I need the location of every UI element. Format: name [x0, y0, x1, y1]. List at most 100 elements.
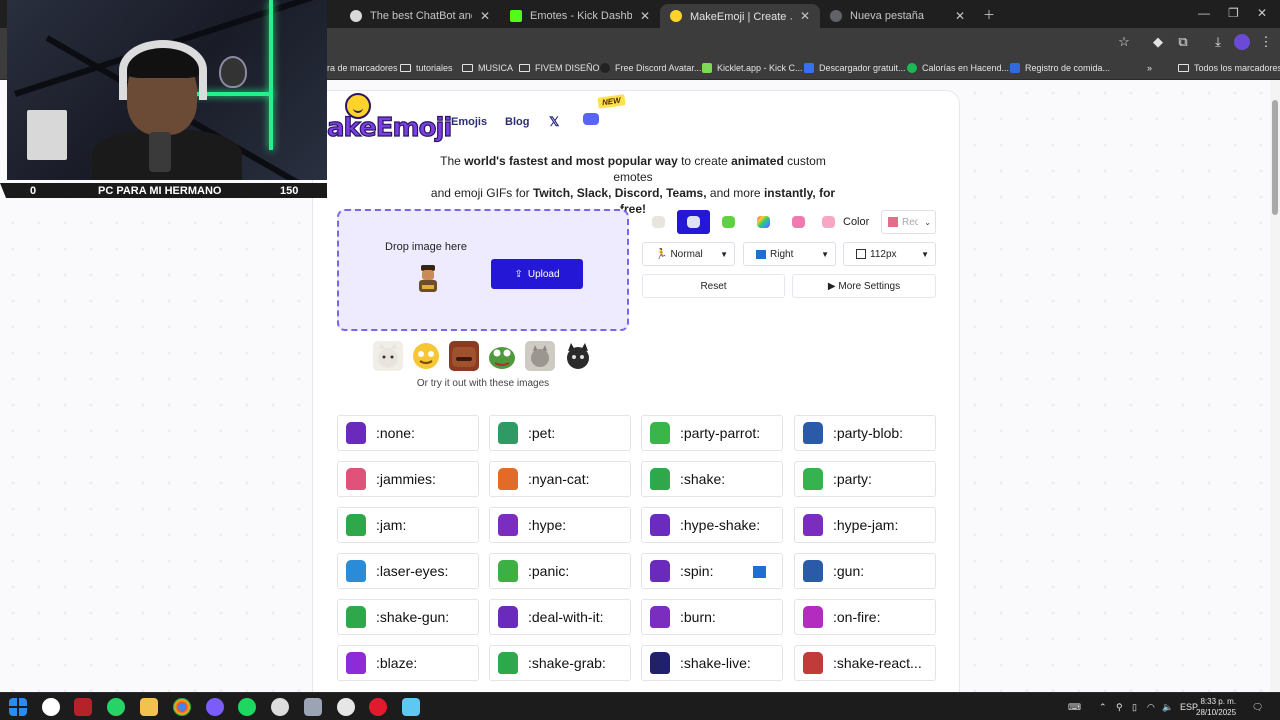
- effect-shake-gun-button[interactable]: :shake-gun:: [337, 599, 479, 635]
- effect-nyan-cat-button[interactable]: :nyan-cat:: [489, 461, 631, 497]
- style-cat-1-button[interactable]: [642, 210, 675, 234]
- new-tab-icon[interactable]: ＋: [983, 6, 995, 23]
- direction-select[interactable]: Right ▼: [743, 242, 836, 266]
- bookmark-registro-comida[interactable]: Registro de comida...: [1010, 60, 1110, 76]
- sample-face-image[interactable]: [449, 341, 479, 371]
- menu-kebab-icon[interactable]: ⋮: [1258, 34, 1274, 50]
- nav-blog[interactable]: Blog: [505, 116, 529, 128]
- discord-icon[interactable]: [583, 113, 599, 125]
- close-tab-icon[interactable]: ✕: [955, 9, 965, 23]
- bookmark-descargador[interactable]: Descargador gratuit...: [804, 60, 906, 76]
- speed-select[interactable]: 🏃 Normal ▼: [642, 242, 735, 266]
- effect-panic-button[interactable]: :panic:: [489, 553, 631, 589]
- spotify-icon[interactable]: [238, 698, 256, 716]
- x-twitter-icon[interactable]: 𝕏: [549, 114, 559, 130]
- site-logo[interactable]: akeEmoji: [326, 112, 453, 143]
- bookmark-folder-tutoriales[interactable]: tutoriales: [400, 60, 453, 76]
- sample-black-cat-image[interactable]: [563, 341, 593, 371]
- style-rainbow-cat-button[interactable]: [747, 210, 780, 234]
- restore-icon[interactable]: ❐: [1228, 6, 1239, 20]
- bookmark-item[interactable]: ra de marcadores: [327, 60, 398, 76]
- bookmark-folder-musica[interactable]: MUSICA: [462, 60, 513, 76]
- close-tab-icon[interactable]: ✕: [480, 9, 490, 23]
- keyboard-icon[interactable]: ⌨: [1068, 702, 1081, 713]
- sample-emoji-image[interactable]: [411, 341, 441, 371]
- tab-chatbot-widgets[interactable]: The best ChatBot and Widgets ✕: [340, 4, 500, 28]
- app-icon[interactable]: [74, 698, 92, 716]
- style-color-cat-button[interactable]: [817, 210, 839, 234]
- sample-cat-photo-image[interactable]: [525, 341, 555, 371]
- file-explorer-icon[interactable]: [140, 698, 158, 716]
- tab-kick-dashboard[interactable]: Emotes - Kick Dashboard ✕: [500, 4, 660, 28]
- whatsapp-icon[interactable]: [107, 698, 125, 716]
- bookmarks-overflow-icon[interactable]: »: [1147, 60, 1152, 76]
- obs-icon[interactable]: [337, 698, 355, 716]
- color-select[interactable]: Red ⌄: [881, 210, 936, 234]
- opera-icon[interactable]: [369, 698, 387, 716]
- effect-hype-shake-button[interactable]: :hype-shake:: [641, 507, 783, 543]
- effect-gun-button[interactable]: :gun:: [794, 553, 936, 589]
- bookmark-star-icon[interactable]: ☆: [1116, 34, 1132, 50]
- effect-spin-button[interactable]: :spin:: [641, 553, 783, 589]
- chrome-icon[interactable]: [173, 698, 191, 716]
- size-select[interactable]: 112px ▼: [843, 242, 936, 266]
- extension-icon[interactable]: ◆: [1150, 34, 1166, 50]
- settings-gear-icon[interactable]: [271, 698, 289, 716]
- all-bookmarks-folder[interactable]: Todos los marcadores: [1178, 60, 1280, 76]
- nav-emojis[interactable]: Emojis: [451, 116, 487, 128]
- effect-on-fire-button[interactable]: :on-fire:: [794, 599, 936, 635]
- show-hidden-icons-icon[interactable]: ⌃: [1099, 702, 1107, 713]
- sample-pepe-image[interactable]: [487, 341, 517, 371]
- effect-laser-eyes-button[interactable]: :laser-eyes:: [337, 553, 479, 589]
- effect-hype-jam-button[interactable]: :hype-jam:: [794, 507, 936, 543]
- style-pink-cat-button[interactable]: [782, 210, 815, 234]
- scrollbar-thumb[interactable]: [1272, 100, 1278, 215]
- bookmark-folder-fivem[interactable]: FIVEM DISEÑO: [519, 60, 600, 76]
- page-scrollbar[interactable]: [1270, 80, 1280, 692]
- app-icon[interactable]: [304, 698, 322, 716]
- style-cat-2-button[interactable]: [677, 210, 710, 234]
- volume-icon[interactable]: 🔈: [1162, 702, 1173, 713]
- close-window-icon[interactable]: ✕: [1257, 6, 1267, 20]
- effect-shake-live-button[interactable]: :shake-live:: [641, 645, 783, 681]
- close-tab-icon[interactable]: ✕: [800, 9, 810, 23]
- effect-deal-with-it-button[interactable]: :deal-with-it:: [489, 599, 631, 635]
- effect-party-parrot-button[interactable]: :party-parrot:: [641, 415, 783, 451]
- app-icon[interactable]: [402, 698, 420, 716]
- bookmark-kicklet[interactable]: Kicklet.app - Kick C...: [702, 60, 803, 76]
- effect-jammies-button[interactable]: :jammies:: [337, 461, 479, 497]
- effect-party-blob-button[interactable]: :party-blob:: [794, 415, 936, 451]
- more-settings-button[interactable]: ▶ More Settings: [792, 274, 936, 298]
- close-tab-icon[interactable]: ✕: [640, 9, 650, 23]
- tray-icon[interactable]: ▯: [1132, 702, 1137, 713]
- windows-start-icon[interactable]: [9, 698, 27, 716]
- notifications-icon[interactable]: 🗨: [1252, 702, 1263, 713]
- effect-shake-grab-button[interactable]: :shake-grab:: [489, 645, 631, 681]
- clock-app-icon[interactable]: [42, 698, 60, 716]
- upload-button[interactable]: ⇪ Upload: [491, 259, 583, 289]
- effect-none-button[interactable]: :none:: [337, 415, 479, 451]
- image-drop-zone[interactable]: Drop image here ⇪ Upload: [337, 209, 629, 331]
- effect-party-button[interactable]: :party:: [794, 461, 936, 497]
- effect-shake-react-button[interactable]: :shake-react...: [794, 645, 936, 681]
- effect-shake-button[interactable]: :shake:: [641, 461, 783, 497]
- profile-avatar-icon[interactable]: [1234, 34, 1250, 50]
- extensions-puzzle-icon[interactable]: ⧉: [1175, 34, 1191, 50]
- effect-jam-button[interactable]: :jam:: [337, 507, 479, 543]
- network-icon[interactable]: ◠: [1147, 702, 1155, 713]
- style-green-cat-button[interactable]: [712, 210, 745, 234]
- effect-pet-button[interactable]: :pet:: [489, 415, 631, 451]
- reset-button[interactable]: Reset: [642, 274, 785, 298]
- bookmark-calorias[interactable]: Calorías en Hacend...: [907, 60, 1009, 76]
- tray-icon[interactable]: ⚲: [1116, 702, 1123, 713]
- download-icon[interactable]: ⤓: [1210, 34, 1226, 50]
- effect-hype-button[interactable]: :hype:: [489, 507, 631, 543]
- effect-burn-button[interactable]: :burn:: [641, 599, 783, 635]
- tab-makeemoji[interactable]: MakeEmoji | Create ✨animate ✕: [660, 4, 820, 28]
- taskbar-clock[interactable]: 8:33 p. m. 28/10/2025: [1196, 696, 1236, 718]
- minimize-icon[interactable]: —: [1198, 6, 1210, 20]
- effect-blaze-button[interactable]: :blaze:: [337, 645, 479, 681]
- sample-cat-image[interactable]: [373, 341, 403, 371]
- tab-new-tab[interactable]: Nueva pestaña ✕: [820, 4, 975, 28]
- bookmark-free-discord-avatar[interactable]: Free Discord Avatar...: [600, 60, 701, 76]
